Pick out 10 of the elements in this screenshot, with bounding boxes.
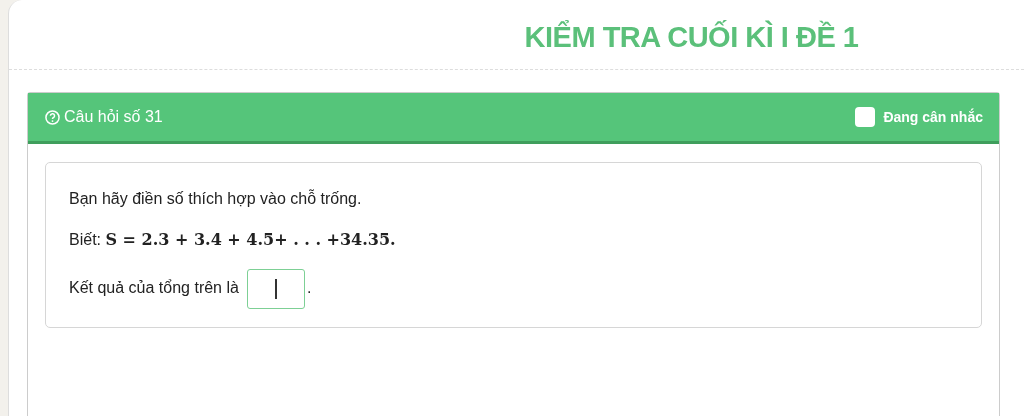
math-formula: S = 2.3 + 3.4 + 4.5+ . . . +34.35.: [105, 230, 396, 249]
given-label: Biết:: [69, 231, 101, 248]
help-icon: [45, 109, 60, 125]
consider-checkbox[interactable]: Đang cân nhắc: [855, 106, 983, 128]
instruction-text: Bạn hãy điền số thích hợp vào chỗ trống.: [69, 188, 363, 209]
answer-field[interactable]: [246, 269, 305, 309]
answer-prompt: Kết quả của tổng trên là: [69, 279, 239, 297]
question-number: Câu hỏi số 31: [64, 107, 163, 127]
page-title: KIỂM TRA CUỐI KÌ I ĐỀ 1: [524, 20, 859, 55]
period-text: .: [306, 279, 312, 297]
